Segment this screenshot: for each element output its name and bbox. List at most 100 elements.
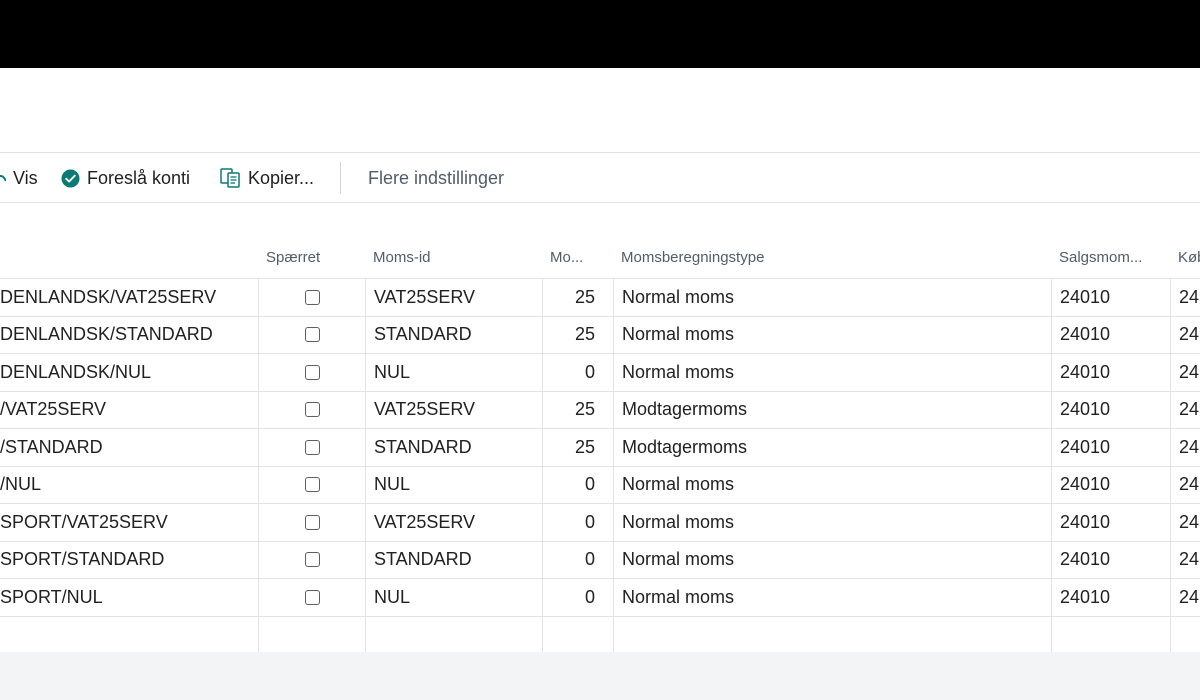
cell-mo[interactable]	[543, 617, 613, 654]
cell-type[interactable]: Normal moms	[614, 504, 1051, 541]
cell-moms-id[interactable]: NUL	[366, 354, 542, 391]
cell-mo[interactable]: 0	[543, 354, 613, 391]
cell-kob[interactable]: 24	[1171, 467, 1200, 504]
cell-salg[interactable]: 24010	[1052, 542, 1170, 579]
cell-salg[interactable]: 24010	[1052, 579, 1170, 616]
cell-mo[interactable]: 0	[543, 467, 613, 504]
cell-code[interactable]: SPORT/STANDARD	[0, 542, 258, 579]
cell-kob[interactable]	[1171, 617, 1200, 654]
blocked-checkbox[interactable]	[304, 514, 320, 530]
col-header-moms-id[interactable]: Moms-id	[373, 249, 431, 266]
cell-salg[interactable]: 24010	[1052, 392, 1170, 429]
cell-code[interactable]: DENLANDSK/STANDARD	[0, 317, 258, 354]
vis-button[interactable]: Vis	[0, 153, 38, 203]
cell-mo[interactable]: 25	[543, 279, 613, 316]
cell-sparret[interactable]	[259, 542, 365, 579]
cell-sparret[interactable]	[259, 279, 365, 316]
cell-salg[interactable]: 24010	[1052, 317, 1170, 354]
cell-salg[interactable]: 24010	[1052, 504, 1170, 541]
col-header-mo[interactable]: Mo...	[550, 249, 583, 266]
cell-salg[interactable]: 24010	[1052, 467, 1170, 504]
col-header-kob[interactable]: Køb	[1178, 249, 1200, 266]
cell-code[interactable]: DENLANDSK/VAT25SERV	[0, 279, 258, 316]
suggest-accounts-button[interactable]: Foreslå konti	[61, 153, 190, 203]
cell-kob[interactable]: 24	[1171, 579, 1200, 616]
cell-code[interactable]: /STANDARD	[0, 429, 258, 466]
blocked-checkbox[interactable]	[304, 364, 320, 380]
cell-code[interactable]: DENLANDSK/NUL	[0, 354, 258, 391]
cell-mo[interactable]: 25	[543, 429, 613, 466]
table-row[interactable]: /NUL NUL 0 Normal moms 24010 24	[0, 467, 1200, 504]
copy-button[interactable]: Kopier...	[220, 153, 314, 203]
cell-type[interactable]: Modtagermoms	[614, 429, 1051, 466]
cell-moms-id[interactable]	[366, 617, 542, 654]
blocked-checkbox[interactable]	[304, 439, 320, 455]
cell-mo[interactable]: 0	[543, 542, 613, 579]
cell-type[interactable]: Modtagermoms	[614, 392, 1051, 429]
cell-type[interactable]: Normal moms	[614, 279, 1051, 316]
cell-moms-id[interactable]: VAT25SERV	[366, 504, 542, 541]
cell-moms-id[interactable]: VAT25SERV	[366, 279, 542, 316]
blocked-checkbox[interactable]	[304, 477, 320, 493]
cell-moms-id[interactable]: NUL	[366, 579, 542, 616]
cell-moms-id[interactable]: STANDARD	[366, 542, 542, 579]
cell-salg[interactable]: 24010	[1052, 279, 1170, 316]
cell-salg[interactable]: 24010	[1052, 429, 1170, 466]
cell-type[interactable]	[614, 617, 1051, 654]
table-row[interactable]: /VAT25SERV VAT25SERV 25 Modtagermoms 24010 24	[0, 392, 1200, 429]
more-options-button[interactable]: Flere indstillinger	[368, 153, 504, 203]
col-header-type[interactable]: Momsberegningstype	[621, 249, 764, 266]
cell-type[interactable]: Normal moms	[614, 542, 1051, 579]
blocked-checkbox[interactable]	[304, 402, 320, 418]
cell-sparret[interactable]	[259, 429, 365, 466]
cell-type[interactable]: Normal moms	[614, 579, 1051, 616]
cell-type[interactable]: Normal moms	[614, 467, 1051, 504]
table-row[interactable]: SPORT/NUL NUL 0 Normal moms 24010 24	[0, 579, 1200, 617]
cell-code[interactable]: /VAT25SERV	[0, 392, 258, 429]
col-header-salg[interactable]: Salgsmom...	[1059, 249, 1142, 266]
col-header-sparret[interactable]: Spærret	[266, 249, 320, 266]
table-row[interactable]: SPORT/VAT25SERV VAT25SERV 0 Normal moms 2401…	[0, 504, 1200, 542]
cell-kob[interactable]: 24	[1171, 354, 1200, 391]
cell-code[interactable]: SPORT/NUL	[0, 579, 258, 616]
cell-moms-id[interactable]: STANDARD	[366, 429, 542, 466]
table-row[interactable]: SPORT/STANDARD STANDARD 0 Normal moms 24010 2…	[0, 542, 1200, 579]
cell-code[interactable]	[0, 617, 258, 654]
cell-kob[interactable]: 24	[1171, 317, 1200, 354]
cell-type[interactable]: Normal moms	[614, 354, 1051, 391]
cell-sparret[interactable]	[259, 504, 365, 541]
table-row[interactable]: DENLANDSK/VAT25SERV VAT25SERV 25 Normal mom…	[0, 279, 1200, 317]
cell-kob[interactable]: 24	[1171, 542, 1200, 579]
cell-code[interactable]: /NUL	[0, 467, 258, 504]
suggest-accounts-label: Foreslå konti	[87, 167, 191, 188]
cell-sparret[interactable]	[259, 354, 365, 391]
blocked-checkbox[interactable]	[304, 289, 320, 305]
table-row[interactable]: DENLANDSK/NUL NUL 0 Normal moms 24010 24	[0, 354, 1200, 392]
cell-salg[interactable]: 24010	[1052, 354, 1170, 391]
cell-kob[interactable]: 24	[1171, 279, 1200, 316]
cell-sparret[interactable]	[259, 579, 365, 616]
cell-mo[interactable]: 25	[543, 392, 613, 429]
cell-mo[interactable]: 0	[543, 579, 613, 616]
cell-moms-id[interactable]: VAT25SERV	[366, 392, 542, 429]
cell-kob[interactable]: 24	[1171, 392, 1200, 429]
cell-sparret[interactable]	[259, 617, 365, 654]
cell-sparret[interactable]	[259, 392, 365, 429]
cell-moms-id[interactable]: NUL	[366, 467, 542, 504]
blocked-checkbox[interactable]	[304, 589, 320, 605]
cell-type[interactable]: Normal moms	[614, 317, 1051, 354]
blocked-checkbox[interactable]	[304, 552, 320, 568]
blocked-checkbox[interactable]	[304, 327, 320, 343]
cell-salg[interactable]	[1052, 617, 1170, 654]
cell-mo[interactable]: 25	[543, 317, 613, 354]
table-row[interactable]: DENLANDSK/STANDARD STANDARD 25 Normal moms 2…	[0, 317, 1200, 354]
cell-sparret[interactable]	[259, 467, 365, 504]
cell-moms-id[interactable]: STANDARD	[366, 317, 542, 354]
cell-kob[interactable]: 24	[1171, 504, 1200, 541]
cell-code[interactable]: SPORT/VAT25SERV	[0, 504, 258, 541]
cell-kob[interactable]: 24	[1171, 429, 1200, 466]
table-row-empty[interactable]	[0, 617, 1200, 654]
table-row[interactable]: /STANDARD STANDARD 25 Modtagermoms 24010 24	[0, 429, 1200, 467]
cell-sparret[interactable]	[259, 317, 365, 354]
cell-mo[interactable]: 0	[543, 504, 613, 541]
